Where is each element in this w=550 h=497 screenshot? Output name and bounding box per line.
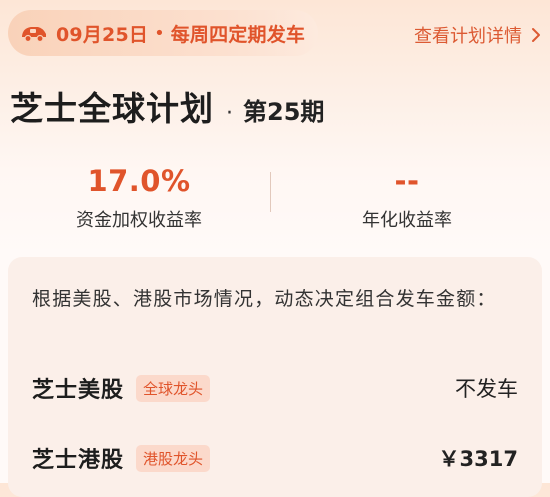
- plan-period: 第25期: [243, 98, 325, 126]
- allocation-description: 根据美股、港股市场情况，动态决定组合发车金额：: [32, 288, 497, 310]
- metric-value: --: [394, 164, 420, 198]
- metric-divider: [270, 172, 271, 212]
- metric-value: 17.0%: [87, 164, 191, 198]
- fund-status: 不发车: [455, 377, 518, 401]
- fund-amount: ￥3317: [438, 447, 518, 471]
- schedule-separator: •: [154, 22, 165, 44]
- metric-label: 年化收益率: [362, 210, 452, 231]
- plan-title: 芝士全球计划 · 第25期: [10, 82, 324, 130]
- view-plan-details-link[interactable]: 查看计划详情: [414, 22, 542, 48]
- fund-tag: 港股龙头: [136, 444, 211, 472]
- title-separator: ·: [226, 101, 233, 126]
- fund-row-hk-stocks[interactable]: 芝士港股 港股龙头 ￥3317: [32, 441, 518, 475]
- schedule-cadence: 每周四定期发车: [170, 23, 306, 46]
- fund-tag: 全球龙头: [136, 374, 211, 402]
- allocation-card: 根据美股、港股市场情况，动态决定组合发车金额： 芝士美股 全球龙头 不发车 芝士…: [8, 257, 542, 497]
- plan-name: 芝士全球计划: [10, 89, 214, 128]
- fund-name: 芝士美股: [32, 378, 125, 403]
- car-icon: [20, 23, 48, 43]
- metric-weighted-return: 17.0% 资金加权收益率: [4, 162, 274, 232]
- fund-row-us-stocks[interactable]: 芝士美股 全球龙头 不发车: [32, 371, 518, 405]
- chevron-right-icon: [530, 26, 542, 44]
- fund-name: 芝士港股: [32, 448, 125, 473]
- schedule-date: 09月25日: [56, 23, 149, 46]
- schedule-pill: 09月25日 • 每周四定期发车: [8, 10, 318, 56]
- metric-annualized-return: -- 年化收益率: [272, 162, 542, 232]
- metric-label: 资金加权收益率: [76, 210, 202, 231]
- top-bar: 09月25日 • 每周四定期发车 查看计划详情: [8, 10, 542, 58]
- view-plan-details-label: 查看计划详情: [414, 26, 522, 47]
